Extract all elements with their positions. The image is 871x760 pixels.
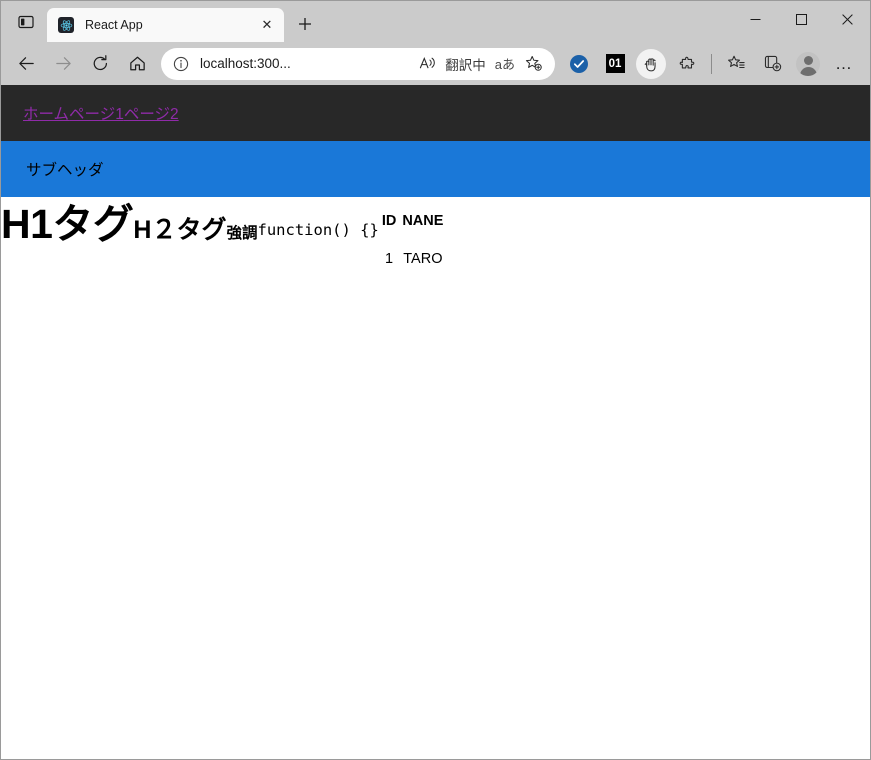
table-header-id: ID	[381, 213, 397, 229]
collections-icon	[764, 55, 781, 72]
hand-cursor-icon	[644, 57, 656, 71]
add-favorite-star-icon	[525, 55, 542, 71]
collections-button[interactable]	[756, 48, 788, 80]
profile-avatar-icon	[796, 51, 820, 76]
back-button[interactable]	[9, 47, 43, 81]
settings-and-more-button[interactable]: …	[828, 48, 860, 80]
subheader-text: サブヘッダ	[26, 162, 104, 179]
code-snippet: function() {}	[257, 221, 379, 239]
table-cell-name: TARO	[403, 251, 443, 267]
sidebar-icon	[18, 15, 34, 29]
minimize-icon	[750, 18, 760, 20]
heading-level-1: H1タグ	[1, 201, 134, 247]
address-bar[interactable]: localhost:300... 翻訳中 aあ	[161, 47, 555, 80]
favorites-button[interactable]	[720, 48, 752, 80]
translate-status-label[interactable]: 翻訳中	[441, 52, 490, 76]
content-row: H1タグ H２タグ 強調 function() {} ID NANE 1 TAR…	[1, 197, 870, 267]
favorites-star-list-icon	[727, 55, 745, 69]
counter-badge-button[interactable]: 01	[599, 48, 631, 80]
tab-close-button[interactable]: ✕	[256, 14, 278, 36]
nav-link-page2[interactable]: ページ2	[124, 102, 179, 124]
table-cell-id: 1	[385, 251, 394, 267]
settings-more-icon: …	[835, 54, 853, 73]
read-aloud-icon	[420, 56, 436, 69]
maximize-icon	[795, 13, 807, 25]
site-subheader: サブヘッダ	[1, 141, 870, 197]
react-logo-icon	[58, 17, 74, 33]
emphasis-text: 強調	[226, 225, 258, 242]
site-info-icon[interactable]	[171, 54, 191, 74]
extensions-puzzle-icon	[679, 56, 694, 69]
shield-check-button[interactable]	[563, 48, 595, 80]
minimize-button[interactable]	[732, 1, 778, 37]
translate-button[interactable]: aあ	[490, 52, 520, 76]
read-aloud-button[interactable]	[414, 52, 441, 76]
forward-arrow-icon	[55, 57, 71, 70]
new-tab-button[interactable]	[290, 9, 320, 39]
table-row: 1 TARO	[379, 229, 447, 267]
browser-tab[interactable]: React App ✕	[47, 8, 284, 42]
page-main-content: H1タグ H２タグ 強調 function() {} ID NANE 1 TAR…	[1, 197, 870, 267]
extensions-button[interactable]	[671, 48, 703, 80]
shield-check-icon	[570, 54, 588, 73]
close-icon	[841, 13, 853, 25]
hand-cursor-highlight	[636, 48, 666, 79]
heading-level-2: H２タグ	[133, 216, 227, 244]
toolbar-divider	[711, 53, 712, 74]
address-bar-url[interactable]: localhost:300...	[200, 56, 414, 71]
page-viewport: ホーム ページ1 ページ2 サブヘッダ H1タグ H２タグ 強調 function(…	[1, 85, 870, 759]
refresh-button[interactable]	[83, 47, 117, 81]
refresh-icon	[93, 55, 107, 71]
data-table: ID NANE 1 TARO	[379, 213, 447, 267]
add-favorite-button[interactable]	[520, 52, 547, 76]
window-controls	[732, 1, 870, 37]
table-header-row: ID NANE	[379, 213, 447, 229]
tab-title: React App	[85, 18, 143, 32]
browser-window: React App ✕ localhost:300... 翻訳中 aあ 01 ……	[0, 0, 871, 760]
plus-icon	[299, 18, 311, 30]
back-arrow-icon	[18, 57, 34, 70]
browser-toolbar: localhost:300... 翻訳中 aあ 01 …	[1, 42, 870, 85]
tab-strip: React App ✕	[1, 1, 870, 42]
table-header-name: NANE	[402, 213, 444, 229]
hand-cursor-button[interactable]	[635, 48, 667, 80]
site-header: ホーム ページ1 ページ2	[1, 85, 870, 141]
profile-button[interactable]	[792, 48, 824, 80]
maximize-button[interactable]	[778, 1, 824, 37]
nav-link-home[interactable]: ホーム	[23, 102, 69, 124]
home-icon	[129, 56, 145, 71]
home-button[interactable]	[120, 47, 154, 81]
forward-button[interactable]	[46, 47, 80, 81]
sidebar-toggle-button[interactable]	[9, 5, 43, 39]
counter-badge-icon: 01	[605, 54, 625, 73]
close-window-button[interactable]	[824, 1, 870, 37]
nav-link-page1[interactable]: ページ1	[69, 102, 124, 124]
